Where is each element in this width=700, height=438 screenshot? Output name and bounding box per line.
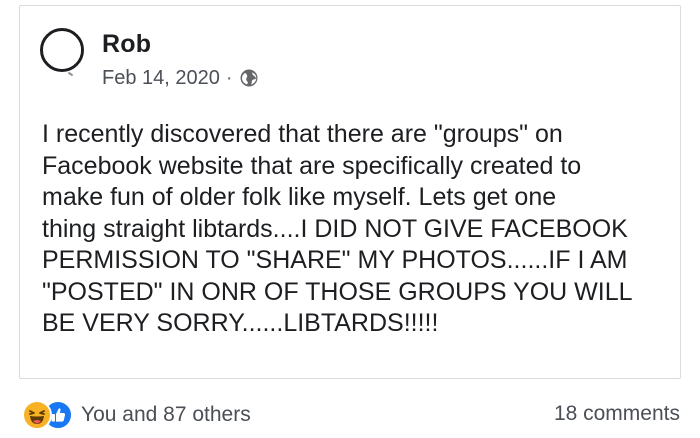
- post-footer: You and 87 others 18 comments: [22, 398, 682, 430]
- avatar-image: [53, 40, 81, 69]
- avatar-status-mark: [67, 71, 74, 77]
- haha-reaction-icon: [22, 400, 52, 430]
- reactions-summary[interactable]: You and 87 others: [22, 400, 251, 430]
- post-date[interactable]: Feb 14, 2020: [102, 67, 220, 90]
- post-meta: Feb 14, 2020 ·: [102, 65, 259, 91]
- reactions-label: You and 87 others: [81, 403, 251, 426]
- meta-separator: ·: [225, 66, 233, 89]
- globe-icon[interactable]: [239, 68, 259, 88]
- post-text: I recently discovered that there are "gr…: [42, 120, 633, 337]
- avatar[interactable]: [40, 28, 84, 72]
- author-name[interactable]: Rob: [102, 30, 151, 59]
- comments-count[interactable]: 18 comments: [554, 402, 680, 426]
- post-card: Rob Feb 14, 2020 · I recently discovered…: [19, 5, 681, 379]
